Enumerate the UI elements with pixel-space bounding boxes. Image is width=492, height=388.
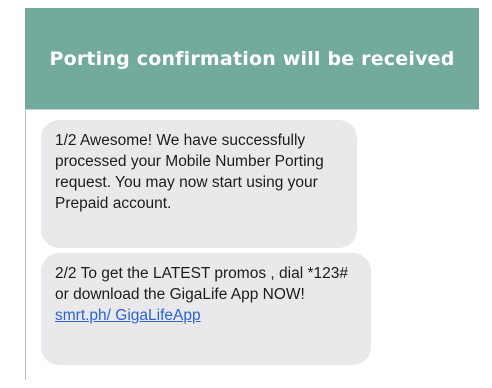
header-banner: Porting confirmation will be received	[25, 8, 479, 110]
message-1-text: 1/2 Awesome! We have successfully proces…	[55, 132, 324, 212]
message-bubble-1: 1/2 Awesome! We have successfully proces…	[41, 120, 357, 248]
slide-frame: Porting confirmation will be received 1/…	[25, 8, 479, 388]
message-2-text: 2/2 To get the LATEST promos , dial *123…	[55, 265, 348, 303]
header-title: Porting confirmation will be received	[49, 47, 455, 70]
gigalife-app-link[interactable]: smrt.ph/ GigaLifeApp	[55, 307, 201, 324]
left-divider	[25, 110, 26, 380]
message-bubble-2: 2/2 To get the LATEST promos , dial *123…	[41, 253, 371, 365]
